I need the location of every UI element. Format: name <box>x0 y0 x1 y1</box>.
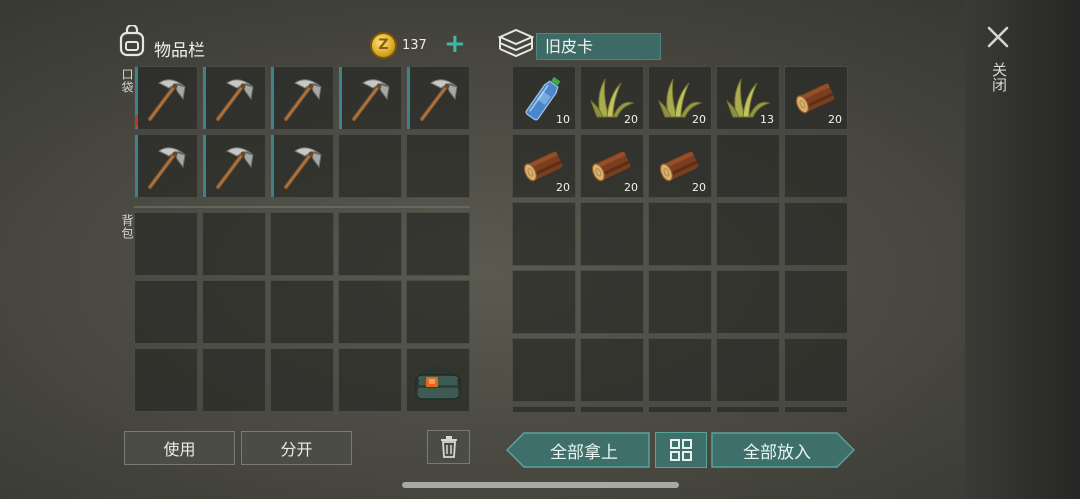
empty-slot[interactable] <box>270 348 334 412</box>
inventory-slot-plant-fiber[interactable]: 20 <box>648 66 712 130</box>
inventory-slot-log[interactable]: 20 <box>580 134 644 198</box>
empty-slot[interactable] <box>716 270 780 334</box>
empty-slot[interactable] <box>580 202 644 266</box>
empty-slot[interactable] <box>580 270 644 334</box>
empty-slot[interactable] <box>134 348 198 412</box>
pickaxe-icon <box>407 67 469 129</box>
inventory-slot-pickaxe[interactable] <box>338 66 402 130</box>
pickaxe-icon <box>135 67 197 129</box>
pickaxe-icon <box>339 67 401 129</box>
item-quantity: 20 <box>692 181 706 194</box>
close-icon[interactable] <box>986 25 1010 53</box>
home-indicator <box>402 482 679 488</box>
inventory-title: 物品栏 <box>154 41 205 61</box>
backpack-grid <box>134 212 470 412</box>
container-grid: 10 20 20 13 20 20 20 20 <box>512 66 848 412</box>
empty-slot[interactable] <box>784 134 848 198</box>
trash-icon <box>440 436 457 458</box>
backpack-icon <box>117 23 147 61</box>
empty-slot[interactable] <box>406 212 470 276</box>
empty-slot[interactable] <box>716 202 780 266</box>
trash-button[interactable] <box>427 430 470 464</box>
empty-slot[interactable] <box>580 338 644 402</box>
inventory-slot-pickaxe[interactable] <box>202 66 266 130</box>
container-name-field[interactable]: 旧皮卡 <box>536 33 661 60</box>
add-coins-button[interactable]: + <box>444 31 466 57</box>
empty-slot[interactable] <box>716 406 780 412</box>
inventory-slot-plant-fiber[interactable]: 13 <box>716 66 780 130</box>
pickaxe-icon <box>271 67 333 129</box>
coin-amount: 137 <box>402 37 427 53</box>
pickaxe-icon <box>203 67 265 129</box>
pickaxe-icon <box>203 135 265 197</box>
section-divider <box>134 206 470 208</box>
put-all-label: 全部放入 <box>743 442 811 463</box>
empty-slot[interactable] <box>134 212 198 276</box>
empty-slot[interactable] <box>338 280 402 344</box>
split-button[interactable]: 分开 <box>241 431 352 465</box>
empty-slot[interactable] <box>512 202 576 266</box>
empty-slot[interactable] <box>512 406 576 412</box>
item-quantity: 10 <box>556 113 570 126</box>
item-quantity: 20 <box>624 181 638 194</box>
empty-slot[interactable] <box>406 280 470 344</box>
coin-icon: Z <box>370 31 397 59</box>
bag-icon <box>407 349 469 411</box>
sort-button[interactable] <box>655 432 707 468</box>
item-quantity: 20 <box>828 113 842 126</box>
empty-slot[interactable] <box>270 280 334 344</box>
item-quantity: 20 <box>692 113 706 126</box>
item-quantity: 13 <box>760 113 774 126</box>
inventory-slot-bag[interactable] <box>406 348 470 412</box>
inventory-slot-plant-fiber[interactable]: 20 <box>580 66 644 130</box>
inventory-slot-pickaxe[interactable] <box>134 66 198 130</box>
grid-sort-icon <box>670 439 692 461</box>
inventory-slot-pickaxe[interactable] <box>134 134 198 198</box>
empty-slot[interactable] <box>648 338 712 402</box>
empty-slot[interactable] <box>338 134 402 198</box>
empty-slot[interactable] <box>648 406 712 412</box>
inventory-slot-log[interactable]: 20 <box>784 66 848 130</box>
empty-slot[interactable] <box>784 406 848 412</box>
empty-slot[interactable] <box>338 212 402 276</box>
empty-slot[interactable] <box>338 348 402 412</box>
empty-slot[interactable] <box>648 270 712 334</box>
empty-slot[interactable] <box>784 202 848 266</box>
item-quantity: 20 <box>624 113 638 126</box>
empty-slot[interactable] <box>202 348 266 412</box>
inventory-slot-log[interactable]: 20 <box>648 134 712 198</box>
pickaxe-icon <box>271 135 333 197</box>
empty-slot[interactable] <box>648 202 712 266</box>
empty-slot[interactable] <box>270 212 334 276</box>
put-all-button[interactable]: 全部放入 <box>711 432 855 468</box>
take-all-button[interactable]: 全部拿上 <box>506 432 650 468</box>
empty-slot[interactable] <box>580 406 644 412</box>
close-button-label[interactable]: 关闭 <box>989 62 1010 92</box>
pocket-grid <box>134 66 470 198</box>
empty-slot[interactable] <box>512 338 576 402</box>
inventory-slot-pickaxe[interactable] <box>406 66 470 130</box>
inventory-slot-pickaxe[interactable] <box>270 66 334 130</box>
item-quantity: 20 <box>556 181 570 194</box>
container-stack-icon <box>497 27 535 65</box>
use-button[interactable]: 使用 <box>124 431 235 465</box>
right-panel-shade <box>965 0 1080 499</box>
empty-slot[interactable] <box>716 134 780 198</box>
inventory-slot-pickaxe[interactable] <box>202 134 266 198</box>
empty-slot[interactable] <box>134 280 198 344</box>
empty-slot[interactable] <box>784 270 848 334</box>
inventory-slot-water-bottle[interactable]: 10 <box>512 66 576 130</box>
empty-slot[interactable] <box>202 280 266 344</box>
pickaxe-icon <box>135 135 197 197</box>
take-all-label: 全部拿上 <box>550 442 618 463</box>
empty-slot[interactable] <box>784 338 848 402</box>
empty-slot[interactable] <box>716 338 780 402</box>
inventory-slot-pickaxe[interactable] <box>270 134 334 198</box>
empty-slot[interactable] <box>406 134 470 198</box>
inventory-slot-log[interactable]: 20 <box>512 134 576 198</box>
empty-slot[interactable] <box>202 212 266 276</box>
empty-slot[interactable] <box>512 270 576 334</box>
container-scroll-area[interactable]: 10 20 20 13 20 20 20 20 <box>512 66 852 412</box>
